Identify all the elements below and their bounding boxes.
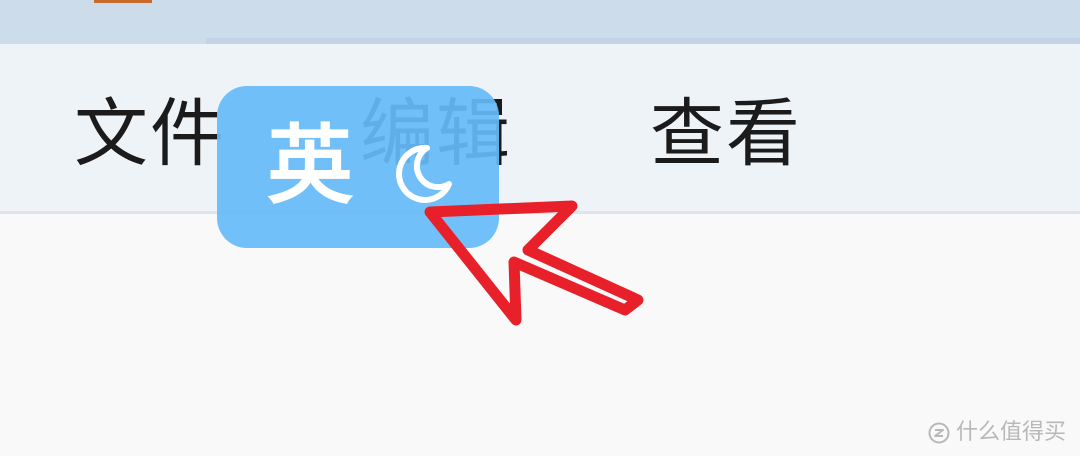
menu-item-view[interactable]: 查看: [650, 94, 802, 174]
app-window: 文件 编辑 查看 英 什么值得买: [0, 0, 1080, 456]
watermark: 什么值得买: [928, 420, 1066, 446]
menu-bar: 文件 编辑 查看: [0, 44, 1080, 214]
watermark-text: 什么值得买: [955, 420, 1066, 445]
smzdm-logo-icon: [928, 422, 950, 444]
ime-mode-label: 英: [267, 116, 353, 216]
title-bar: [0, 0, 1080, 44]
app-icon: [94, 0, 152, 3]
content-area: [0, 214, 1080, 456]
menu-item-file[interactable]: 文件: [74, 94, 226, 174]
ime-status-indicator[interactable]: 英: [217, 86, 499, 248]
moon-icon: [396, 144, 452, 203]
